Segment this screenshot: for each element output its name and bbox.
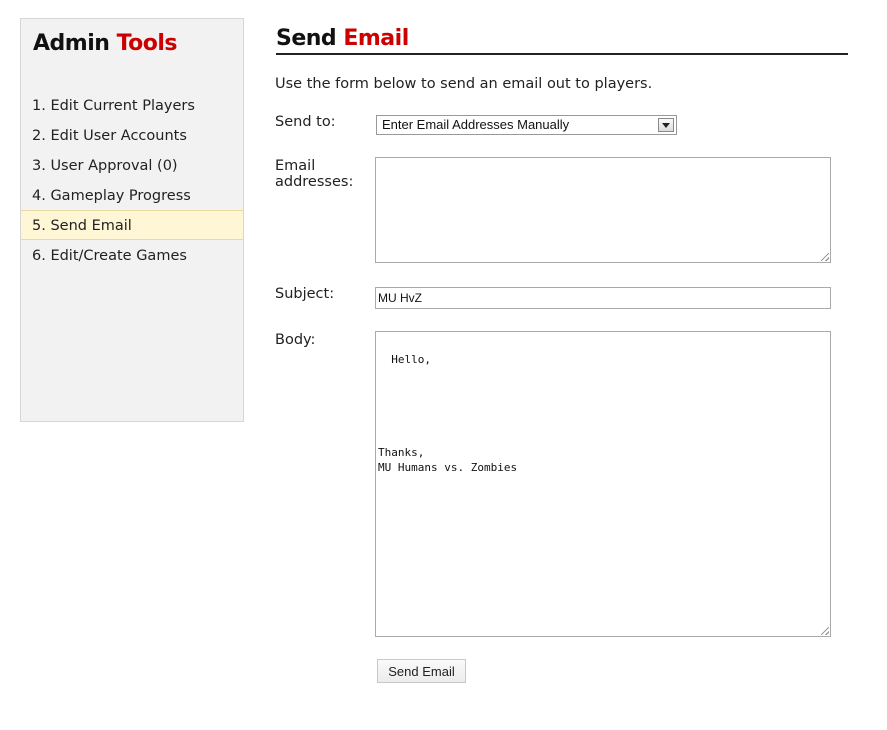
resize-grip-icon[interactable] <box>821 627 829 635</box>
sidebar-title: Admin Tools <box>33 31 178 56</box>
nav-item-send-email[interactable]: 5. Send Email <box>21 210 243 240</box>
page-title-main: Send <box>276 26 337 51</box>
send-to-select[interactable]: Enter Email Addresses Manually <box>376 115 677 135</box>
body-label: Body: <box>275 332 316 348</box>
resize-grip-icon[interactable] <box>821 253 829 261</box>
intro-text: Use the form below to send an email out … <box>275 76 653 92</box>
subject-value: MU HvZ <box>378 291 422 305</box>
nav-item-user-approval[interactable]: 3. User Approval (0) <box>21 150 243 180</box>
sidebar-title-accent: Tools <box>116 31 178 56</box>
body-textarea[interactable]: Hello, Thanks, MU Humans vs. Zombies <box>375 331 831 637</box>
send-to-selected-value: Enter Email Addresses Manually <box>382 117 570 132</box>
email-addresses-label: Email addresses: <box>275 158 353 190</box>
nav-item-edit-current-players[interactable]: 1. Edit Current Players <box>21 90 243 120</box>
sidebar-title-main: Admin <box>33 31 110 56</box>
send-email-button[interactable]: Send Email <box>377 659 466 683</box>
email-addresses-textarea[interactable] <box>375 157 831 263</box>
send-to-label: Send to: <box>275 114 336 130</box>
admin-sidebar: Admin Tools 1. Edit Current Players 2. E… <box>20 18 244 422</box>
nav-item-edit-create-games[interactable]: 6. Edit/Create Games <box>21 240 243 270</box>
email-addresses-label-line2: addresses: <box>275 174 354 190</box>
page-title-accent: Email <box>343 26 409 51</box>
body-value: Hello, Thanks, MU Humans vs. Zombies <box>378 352 518 475</box>
nav-item-edit-user-accounts[interactable]: 2. Edit User Accounts <box>21 120 243 150</box>
subject-label: Subject: <box>275 286 335 302</box>
admin-nav: 1. Edit Current Players 2. Edit User Acc… <box>21 90 243 270</box>
page-title: Send Email <box>276 26 848 55</box>
chevron-down-icon[interactable] <box>658 118 674 132</box>
email-addresses-label-line1: Email <box>275 158 316 174</box>
nav-item-gameplay-progress[interactable]: 4. Gameplay Progress <box>21 180 243 210</box>
subject-input[interactable]: MU HvZ <box>375 287 831 309</box>
